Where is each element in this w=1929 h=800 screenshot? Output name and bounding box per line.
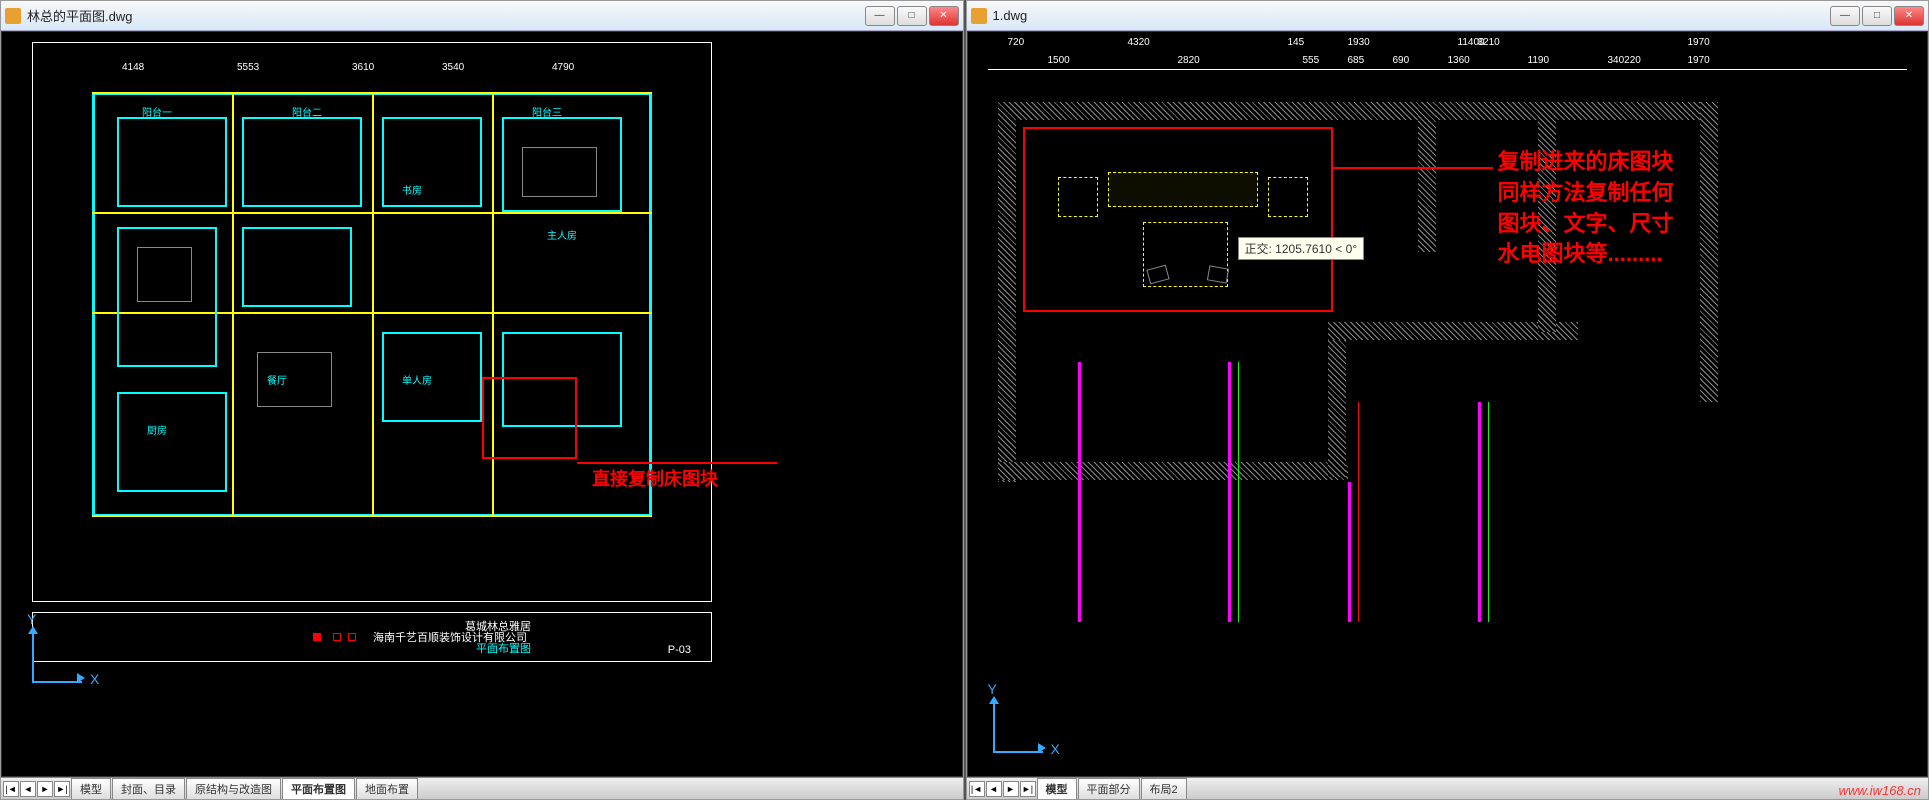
tab-nav-next-icon[interactable]: ► (1003, 781, 1019, 797)
minimize-button[interactable]: — (1830, 6, 1860, 26)
room-label: 阳台一 (142, 104, 172, 119)
room-label: 阳台三 (532, 104, 562, 119)
selection-highlight (482, 377, 577, 459)
dimension: 3540 (442, 62, 464, 73)
tab-nav-next-icon[interactable]: ► (37, 781, 53, 797)
window-left: 林总的平面图.dwg — □ ✕ 4148 5553 3610 3540 479… (0, 0, 964, 800)
close-button[interactable]: ✕ (1894, 6, 1924, 26)
dwg-icon (5, 8, 21, 24)
annotation-text: 直接复制床图块 (592, 467, 718, 492)
close-button[interactable]: ✕ (929, 6, 959, 26)
minimize-button[interactable]: — (865, 6, 895, 26)
dimension: 720 (1008, 37, 1025, 48)
tab-plan-part[interactable]: 平面部分 (1078, 778, 1140, 799)
dimension: 4790 (552, 62, 574, 73)
dimension: 2820 (1178, 55, 1200, 66)
tab-nav-first-icon[interactable]: |◄ (3, 781, 19, 797)
dimension: 5553 (237, 62, 259, 73)
maximize-button[interactable]: □ (1862, 6, 1892, 26)
drawing-canvas-left[interactable]: 4148 5553 3610 3540 4790 (1, 31, 963, 777)
annotation-text: 复制进来的床图块 同样方法复制任何 图块、文字、尺寸 水电图块等........… (1498, 147, 1674, 270)
room-label: 餐厅 (267, 372, 287, 387)
window-title: 1.dwg (993, 8, 1028, 23)
dimension: 4320 (1128, 37, 1150, 48)
titlebar-right[interactable]: 1.dwg — □ ✕ (967, 1, 1929, 31)
dimension: 1930 (1348, 37, 1370, 48)
dimension: 555 (1303, 55, 1320, 66)
tab-nav-last-icon[interactable]: ►| (1020, 781, 1036, 797)
selection-highlight (1023, 127, 1333, 312)
room-label: 单人房 (402, 372, 432, 387)
tab-model[interactable]: 模型 (71, 778, 111, 799)
tab-nav-prev-icon[interactable]: ◄ (986, 781, 1002, 797)
sheet-name: 平面布置图 (476, 640, 531, 656)
dimension: 1970 (1688, 37, 1710, 48)
room-label: 阳台二 (292, 104, 322, 119)
tab-cover[interactable]: 封面、目录 (112, 778, 185, 799)
dimension: 1360 (1448, 55, 1470, 66)
tab-structure[interactable]: 原结构与改造图 (186, 778, 281, 799)
tab-model[interactable]: 模型 (1037, 778, 1077, 799)
dimension: 3610 (352, 62, 374, 73)
window-title: 林总的平面图.dwg (27, 6, 132, 25)
titlebar-left[interactable]: 林总的平面图.dwg — □ ✕ (1, 1, 963, 31)
room-label: 主人房 (547, 227, 577, 242)
tab-nav-first-icon[interactable]: |◄ (969, 781, 985, 797)
tab-layout2[interactable]: 布局2 (1141, 778, 1187, 799)
window-right: 1.dwg — □ ✕ 720 4320 145 1930 11400 3210… (966, 0, 1929, 800)
room-label: 书房 (402, 182, 422, 197)
page-number: P-03 (668, 644, 691, 656)
drawing-canvas-right[interactable]: 720 4320 145 1930 11400 3210 1970 1500 2… (967, 31, 1929, 777)
ortho-tooltip: 正交: 1205.7610 < 0° (1238, 237, 1365, 260)
tab-floor[interactable]: 地面布置 (356, 778, 418, 799)
watermark: www.iw168.cn (1839, 783, 1921, 798)
dimension: 340220 (1608, 55, 1641, 66)
dimension: 4148 (122, 62, 144, 73)
maximize-button[interactable]: □ (897, 6, 927, 26)
tab-nav-prev-icon[interactable]: ◄ (20, 781, 36, 797)
dwg-icon (971, 8, 987, 24)
dimension: 1190 (1528, 55, 1550, 66)
layout-tabs-left: |◄ ◄ ► ►| 模型 封面、目录 原结构与改造图 平面布置图 地面布置 (1, 777, 963, 799)
room-label: 厨房 (147, 422, 167, 437)
dimension: 685 (1348, 55, 1365, 66)
dimension: 145 (1288, 37, 1305, 48)
layout-tabs-right: |◄ ◄ ► ►| 模型 平面部分 布局2 (967, 777, 1929, 799)
dimension: 1500 (1048, 55, 1070, 66)
tab-plan[interactable]: 平面布置图 (282, 778, 355, 799)
dimension: 1970 (1688, 55, 1710, 66)
dimension: 690 (1393, 55, 1410, 66)
client-name: 葛城林总雅居 (465, 618, 531, 634)
dimension: 3210 (1478, 37, 1500, 48)
tab-nav-last-icon[interactable]: ►| (54, 781, 70, 797)
